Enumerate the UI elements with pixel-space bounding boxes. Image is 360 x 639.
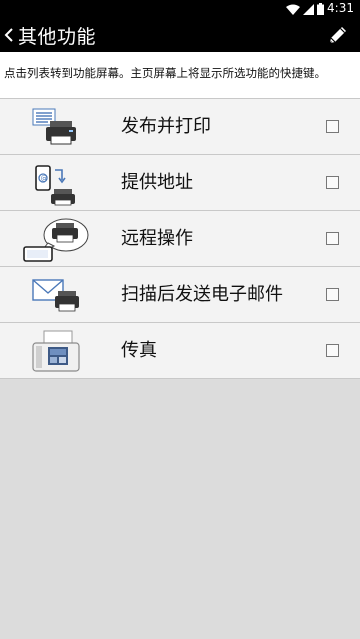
list-item-label: 扫描后发送电子邮件 bbox=[121, 284, 283, 305]
list-item-label: 传真 bbox=[121, 340, 157, 361]
scan-to-email-icon bbox=[22, 271, 90, 319]
back-button[interactable]: 其他功能 bbox=[2, 18, 96, 52]
list-item-print-release[interactable]: 发布并打印 bbox=[0, 99, 360, 155]
checkbox-fax[interactable] bbox=[326, 344, 339, 357]
battery-icon bbox=[317, 3, 324, 15]
function-list: 发布并打印 @ 提供地址 远程操作 扫描后发送电子邮件 传真 bbox=[0, 98, 360, 379]
list-item-label: 远程操作 bbox=[121, 228, 193, 249]
instructions-text: 点击列表转到功能屏幕。主页屏幕上将显示所选功能的快捷键。 bbox=[0, 52, 360, 98]
fax-icon bbox=[22, 327, 90, 375]
provide-address-icon: @ bbox=[22, 159, 90, 207]
list-item-provide-address[interactable]: @ 提供地址 bbox=[0, 155, 360, 211]
remote-operation-icon bbox=[22, 215, 90, 263]
checkbox-remote-operation[interactable] bbox=[326, 232, 339, 245]
pencil-icon bbox=[329, 27, 346, 44]
status-time: 4:31 bbox=[327, 1, 354, 15]
svg-text:@: @ bbox=[41, 175, 48, 183]
status-bar: 4:31 bbox=[0, 0, 360, 18]
app-bar: 其他功能 bbox=[0, 18, 360, 52]
list-item-scan-to-email[interactable]: 扫描后发送电子邮件 bbox=[0, 267, 360, 323]
list-item-label: 提供地址 bbox=[121, 172, 193, 193]
edit-button[interactable] bbox=[326, 23, 350, 47]
list-item-label: 发布并打印 bbox=[121, 116, 211, 137]
empty-area bbox=[0, 382, 360, 639]
list-item-fax[interactable]: 传真 bbox=[0, 323, 360, 379]
wifi-icon bbox=[286, 4, 300, 15]
chevron-left-icon bbox=[2, 25, 16, 45]
status-icons bbox=[286, 3, 324, 15]
page-title: 其他功能 bbox=[18, 25, 97, 48]
signal-icon bbox=[303, 3, 314, 15]
checkbox-provide-address[interactable] bbox=[326, 176, 339, 189]
checkbox-scan-to-email[interactable] bbox=[326, 288, 339, 301]
checkbox-print-release[interactable] bbox=[326, 120, 339, 133]
list-item-remote-operation[interactable]: 远程操作 bbox=[0, 211, 360, 267]
print-release-icon bbox=[22, 103, 90, 151]
